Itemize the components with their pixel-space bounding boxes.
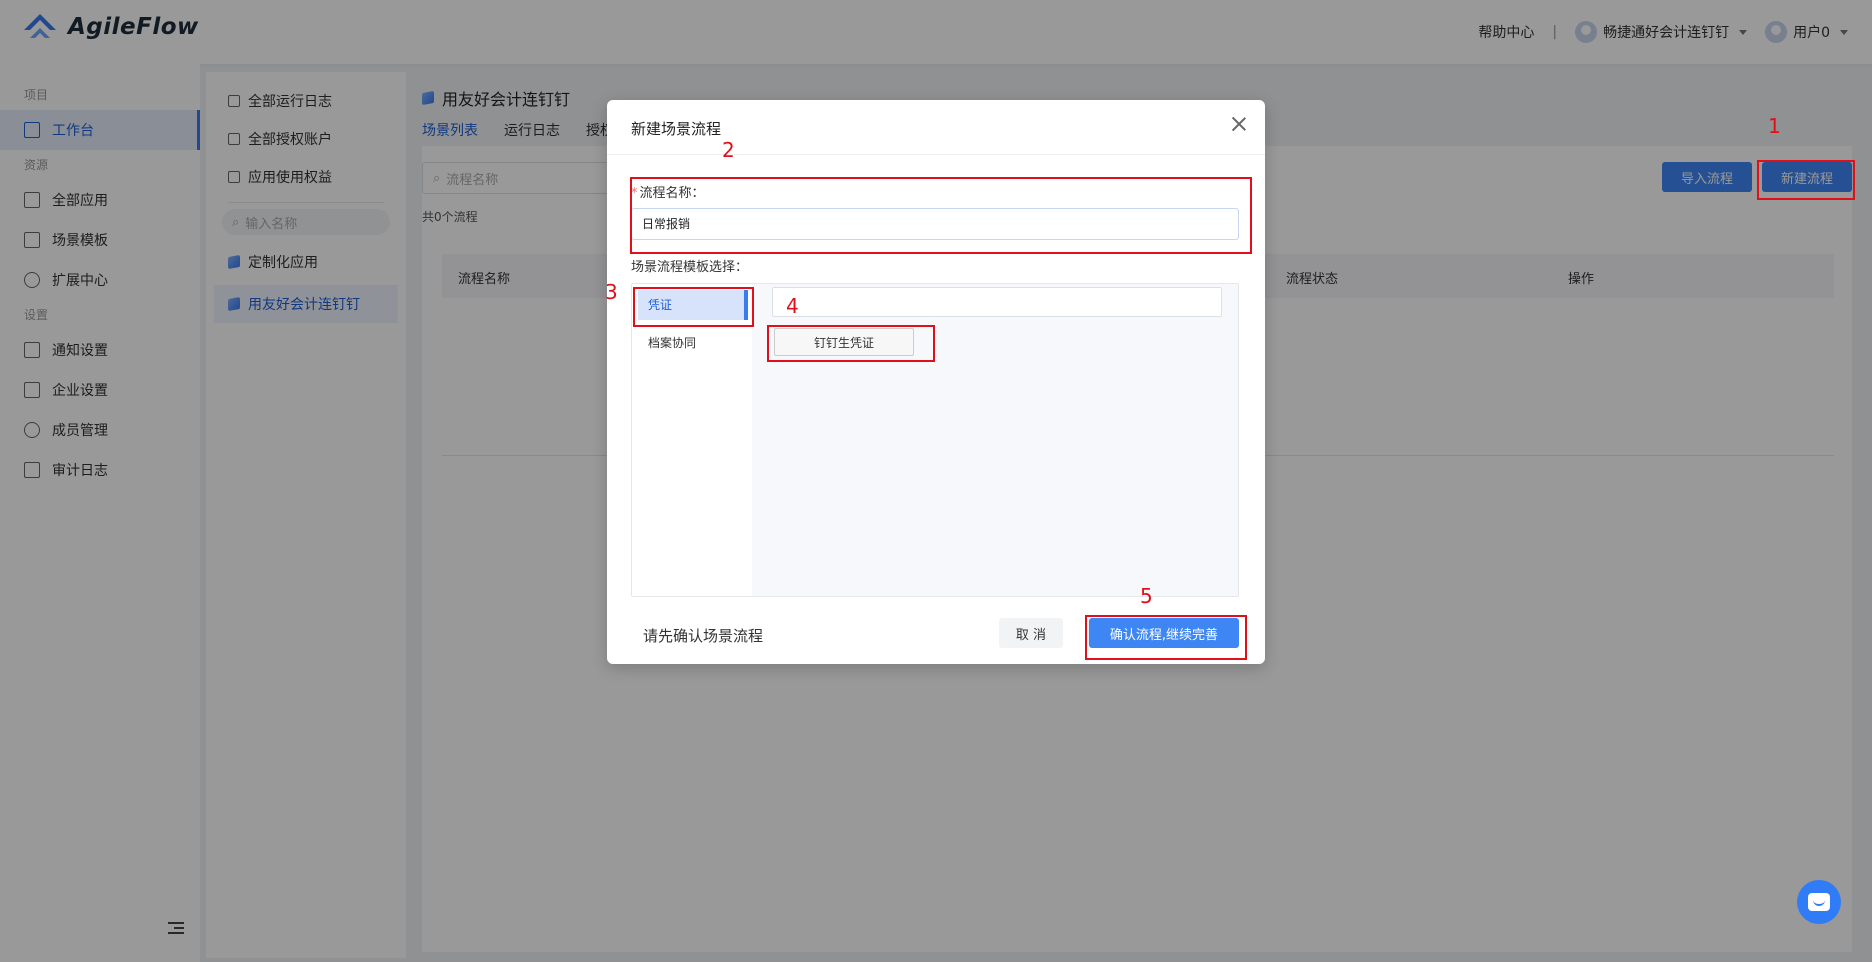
annotation-number-5: 5 <box>1140 584 1153 608</box>
cancel-button[interactable]: 取 消 <box>999 618 1063 648</box>
annotation-box-4 <box>767 325 935 362</box>
annotation-number-4: 4 <box>786 294 799 318</box>
category-archive-sync[interactable]: 档案协同 <box>638 328 748 358</box>
annotation-number-1: 1 <box>1768 114 1781 138</box>
annotation-box-3 <box>633 287 754 327</box>
template-search-input[interactable] <box>772 287 1222 317</box>
annotation-number-2: 2 <box>722 138 735 162</box>
confirm-hint: 请先确认场景流程 <box>643 627 764 645</box>
close-icon[interactable] <box>1231 116 1247 132</box>
chat-support-button[interactable] <box>1797 880 1841 924</box>
annotation-number-3: 3 <box>605 280 618 304</box>
template-category-list: 凭证 档案协同 <box>632 284 752 596</box>
annotation-box-1 <box>1757 160 1855 200</box>
chat-icon <box>1808 893 1830 911</box>
dialog-divider <box>607 154 1265 155</box>
dialog-title: 新建场景流程 <box>631 120 722 138</box>
template-selector: 凭证 档案协同 钉钉生凭证 <box>631 283 1239 597</box>
annotation-box-2 <box>630 177 1252 254</box>
template-select-label: 场景流程模板选择： <box>631 260 749 275</box>
annotation-box-5 <box>1085 615 1247 660</box>
